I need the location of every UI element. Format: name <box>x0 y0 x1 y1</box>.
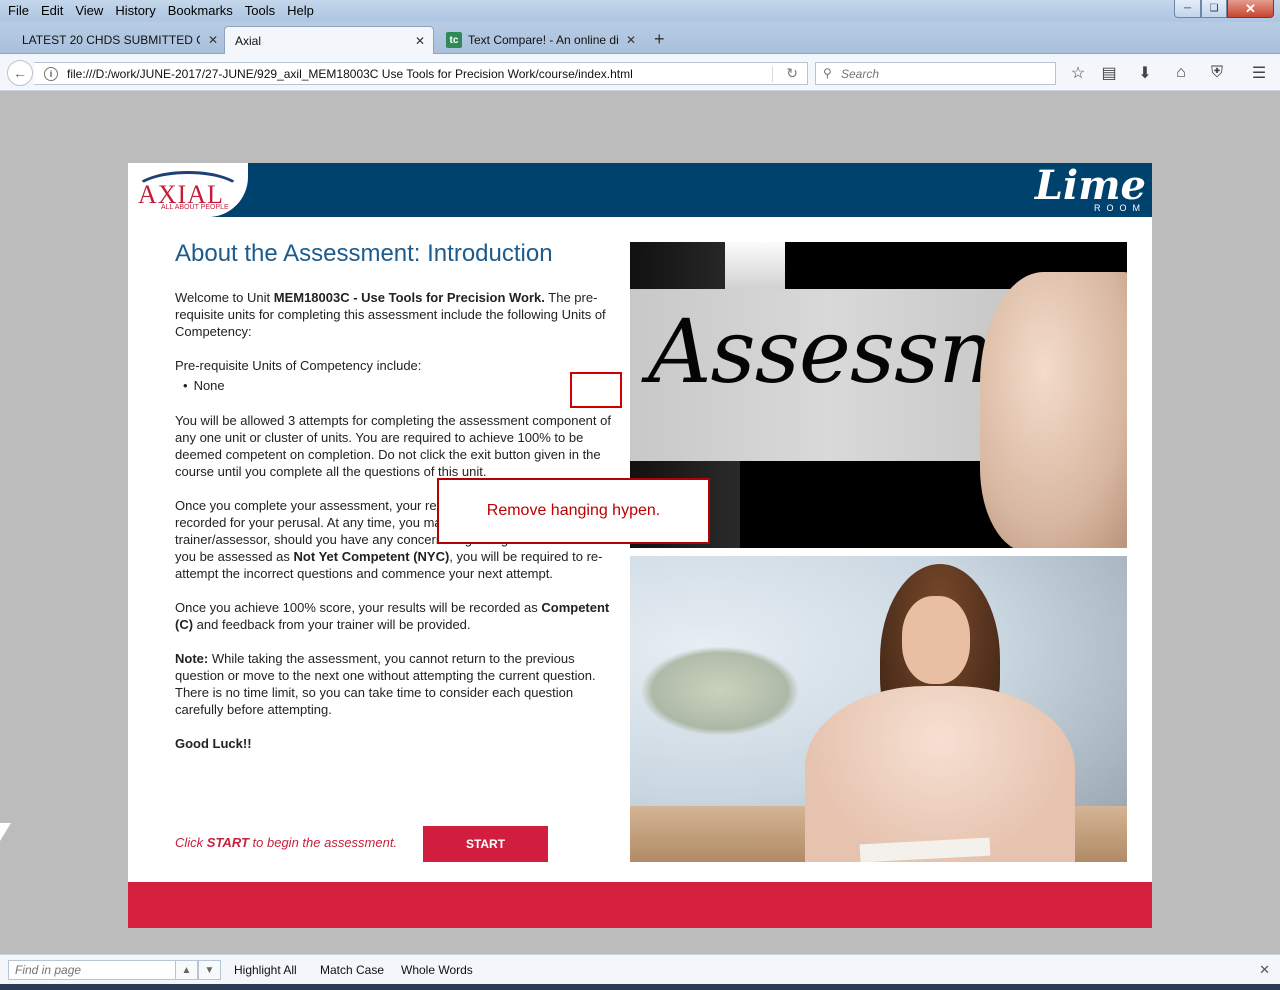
menu-edit[interactable]: Edit <box>35 2 69 19</box>
window-titlebar: File Edit View History Bookmarks Tools H… <box>0 0 1280 22</box>
back-arrow-icon[interactable]: ← <box>7 60 33 86</box>
menu-file[interactable]: File <box>2 2 35 19</box>
welcome-paragraph: Welcome to Unit MEM18003C - Use Tools fo… <box>175 290 606 339</box>
tab-chds[interactable]: LATEST 20 CHDS SUBMITTED ON ✕ <box>12 26 226 54</box>
url-bar[interactable]: i file:///D:/work/JUNE-2017/27-JUNE/929_… <box>34 62 808 85</box>
find-input[interactable] <box>8 960 176 980</box>
review-highlight-box <box>570 372 622 408</box>
tab-title: Text Compare! - An online di <box>468 33 619 47</box>
find-next-icon[interactable]: ▼ <box>198 960 221 980</box>
tab-title: Axial <box>235 34 262 48</box>
note-paragraph: Note: While taking the assessment, you c… <box>175 651 596 717</box>
close-tab-icon[interactable]: ✕ <box>208 33 218 47</box>
student-writing-image <box>630 556 1127 862</box>
review-comment: Remove hanging hypen. <box>437 478 710 544</box>
close-tab-icon[interactable]: ✕ <box>626 33 636 47</box>
info-icon[interactable]: i <box>44 67 58 81</box>
prereq-list: None <box>183 377 611 394</box>
tab-strip: LATEST 20 CHDS SUBMITTED ON ✕ Axial ✕ tc… <box>0 22 1280 55</box>
close-tab-icon[interactable]: ✕ <box>415 34 425 48</box>
menu-help[interactable]: Help <box>281 2 320 19</box>
reading-list-icon[interactable]: ▤ <box>1099 64 1119 82</box>
search-box[interactable]: ⚲ <box>815 62 1056 85</box>
menu-history[interactable]: History <box>109 2 161 19</box>
page-viewport: AXIAL ALL ABOUT PEOPLE Lime ROOM About t… <box>0 92 1280 953</box>
list-item: None <box>183 377 611 394</box>
attempts-paragraph: You will be allowed 3 attempts for compl… <box>175 413 611 479</box>
search-icon: ⚲ <box>823 66 832 80</box>
logo-subtext: ALL ABOUT PEOPLE <box>161 204 229 211</box>
prereq-heading: Pre-requisite Units of Competency includ… <box>175 358 422 373</box>
good-luck: Good Luck!! <box>175 736 252 751</box>
hamburger-menu-icon[interactable]: ☰ <box>1249 64 1269 82</box>
find-previous-icon[interactable]: ▲ <box>175 960 198 980</box>
navigation-toolbar: ← i file:///D:/work/JUNE-2017/27-JUNE/92… <box>0 54 1280 91</box>
text-compare-favicon-icon: tc <box>446 32 462 48</box>
menu-bar: File Edit View History Bookmarks Tools H… <box>2 2 320 19</box>
course-footer <box>128 882 1152 928</box>
lime-room-logo: Lime ROOM <box>1034 162 1146 214</box>
menu-tools[interactable]: Tools <box>239 2 281 19</box>
minimize-button[interactable]: ─ <box>1174 0 1201 18</box>
page-title: About the Assessment: Introduction <box>175 240 553 267</box>
tab-axial[interactable]: Axial ✕ <box>224 26 434 55</box>
download-icon[interactable]: ⬇ <box>1135 64 1155 82</box>
home-icon[interactable]: ⌂ <box>1171 64 1191 82</box>
match-case-button[interactable]: Match Case <box>320 963 384 977</box>
tab-title: LATEST 20 CHDS SUBMITTED ON <box>22 33 200 47</box>
lime-logo-word: Lime <box>1034 162 1146 209</box>
url-divider <box>772 66 773 82</box>
tab-text-compare[interactable]: tc Text Compare! - An online di ✕ <box>436 26 644 54</box>
pocket-icon[interactable]: ⛨ <box>1207 64 1227 82</box>
close-find-bar-icon[interactable]: ✕ <box>1259 962 1270 978</box>
axial-logo: AXIAL ALL ABOUT PEOPLE <box>128 163 248 217</box>
start-hint: Click START to begin the assessment. <box>175 835 398 850</box>
maximize-button[interactable]: ❏ <box>1201 0 1227 18</box>
bookmark-star-icon[interactable]: ☆ <box>1068 64 1088 82</box>
score-paragraph: Once you achieve 100% score, your result… <box>175 600 610 632</box>
find-bar: ▲ ▼ Highlight All Match Case Whole Words… <box>0 954 1280 984</box>
start-button[interactable]: START <box>423 826 548 862</box>
reload-icon[interactable]: ↻ <box>786 65 798 82</box>
whole-words-button[interactable]: Whole Words <box>401 963 473 977</box>
search-input[interactable] <box>841 65 1041 82</box>
url-text[interactable]: file:///D:/work/JUNE-2017/27-JUNE/929_ax… <box>67 67 633 81</box>
menu-bookmarks[interactable]: Bookmarks <box>162 2 239 19</box>
course-frame: AXIAL ALL ABOUT PEOPLE Lime ROOM About t… <box>128 163 1152 928</box>
highlight-all-button[interactable]: Highlight All <box>234 963 297 977</box>
close-window-button[interactable]: ✕ <box>1227 0 1274 18</box>
new-tab-icon[interactable]: + <box>654 29 665 50</box>
course-header: AXIAL ALL ABOUT PEOPLE Lime ROOM <box>128 163 1152 217</box>
taskbar <box>0 984 1280 990</box>
menu-view[interactable]: View <box>69 2 109 19</box>
